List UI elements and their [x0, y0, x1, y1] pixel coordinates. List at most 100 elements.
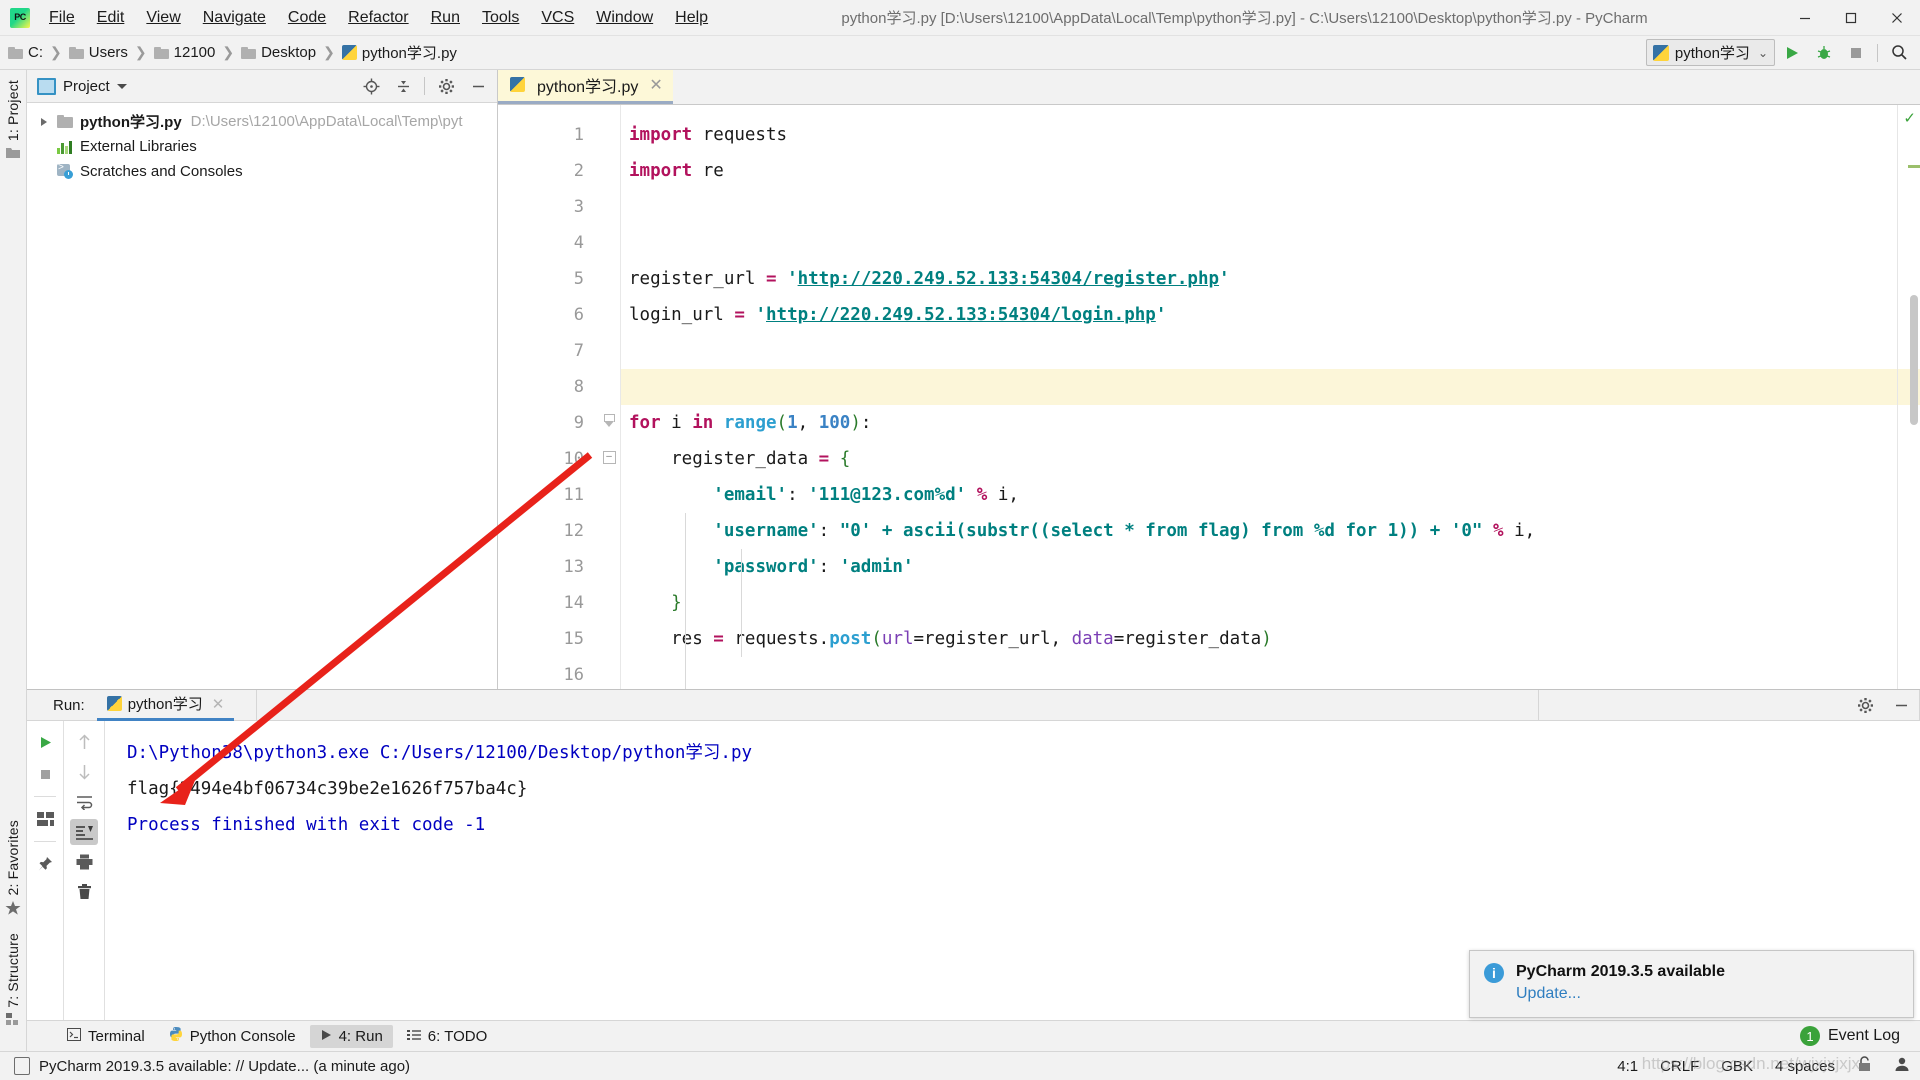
- soft-wrap-icon[interactable]: [70, 789, 98, 815]
- chevron-right-icon[interactable]: [41, 117, 47, 126]
- code-line[interactable]: for i in range(1, 100):: [621, 405, 1920, 441]
- tool-button-todo[interactable]: 6: TODO: [397, 1025, 497, 1048]
- run-tab-python[interactable]: python学习 ✕: [96, 689, 235, 721]
- notification-icon[interactable]: [14, 1057, 30, 1075]
- close-icon[interactable]: ✕: [212, 695, 225, 713]
- search-icon[interactable]: [1884, 39, 1914, 67]
- breadcrumb-item-12100[interactable]: 12100: [174, 44, 216, 61]
- fold-marker-import-end[interactable]: –: [598, 439, 620, 475]
- print-icon[interactable]: [70, 849, 98, 875]
- main-area: 1: Project 2: Favorites 7: Structure Pro…: [0, 68, 1920, 1051]
- menu-item-edit[interactable]: Edit: [86, 6, 136, 30]
- maximize-button[interactable]: [1828, 0, 1874, 35]
- code-line[interactable]: [621, 657, 1920, 689]
- code-line[interactable]: res = requests.post(url=register_url, da…: [621, 621, 1920, 657]
- breadcrumb-item-users[interactable]: Users: [89, 44, 128, 61]
- status-message[interactable]: PyCharm 2019.3.5 available: // Update...…: [39, 1058, 410, 1075]
- rerun-icon[interactable]: [31, 729, 59, 755]
- menu-item-code-label: Code: [287, 8, 327, 26]
- editor-tab-python[interactable]: python学习.py ✕: [498, 68, 673, 104]
- code-line[interactable]: 'email': '111@123.com%d' % i,: [621, 477, 1920, 513]
- collapse-all-icon[interactable]: [388, 72, 418, 100]
- menu-item-file[interactable]: File: [38, 6, 86, 30]
- event-log-label[interactable]: Event Log: [1828, 1027, 1900, 1045]
- down-icon[interactable]: [70, 759, 98, 785]
- fold-gutter[interactable]: – –: [598, 105, 621, 689]
- minimize-button[interactable]: [1782, 0, 1828, 35]
- debug-button[interactable]: [1809, 39, 1839, 67]
- fold-marker-import[interactable]: [598, 403, 620, 439]
- editor-viewport[interactable]: 1 2 3 4 5 6 7 8 9 10 11 12 13 14 15 16 –…: [498, 105, 1920, 689]
- layout-icon[interactable]: [31, 806, 59, 832]
- code-token: requests.: [723, 629, 830, 649]
- stop-button[interactable]: [1841, 39, 1871, 67]
- code-line[interactable]: register_data = {: [621, 441, 1920, 477]
- line-number: 5: [573, 269, 584, 289]
- tool-button-python-console[interactable]: Python Console: [159, 1024, 306, 1048]
- menu-item-refactor[interactable]: Refactor: [337, 6, 419, 30]
- tree-item-scratches[interactable]: Scratches and Consoles: [27, 159, 497, 184]
- code-token: ): [1261, 629, 1272, 649]
- title-bar: PC File Edit View Navigate Code Refactor…: [0, 0, 1920, 36]
- window-controls: [1782, 0, 1920, 35]
- code-content[interactable]: import requests import re register_url = …: [621, 105, 1920, 689]
- tree-item-external-libraries[interactable]: External Libraries: [27, 134, 497, 159]
- tree-item-python-file[interactable]: python学习.py D:\Users\12100\AppData\Local…: [27, 109, 497, 134]
- line-number: 7: [573, 341, 584, 361]
- strip-favorites[interactable]: 2: Favorites: [5, 814, 21, 928]
- clear-all-icon[interactable]: [70, 879, 98, 905]
- code-token: res: [629, 629, 714, 649]
- up-icon[interactable]: [70, 729, 98, 755]
- menu-item-window[interactable]: Window: [585, 6, 664, 30]
- error-stripe-mark[interactable]: [1908, 165, 1920, 168]
- menu-item-run[interactable]: Run: [420, 6, 471, 30]
- inspector-icon[interactable]: [1894, 1056, 1910, 1076]
- tool-button-terminal[interactable]: Terminal: [57, 1025, 155, 1048]
- gear-icon[interactable]: [431, 72, 461, 100]
- code-line[interactable]: [621, 333, 1920, 369]
- chevron-down-icon[interactable]: [116, 83, 127, 89]
- code-line[interactable]: [621, 189, 1920, 225]
- event-log-area[interactable]: 1 Event Log: [1799, 1026, 1900, 1046]
- notification-update-link[interactable]: Update...: [1516, 985, 1725, 1003]
- menu-item-help[interactable]: Help: [664, 6, 719, 30]
- hide-panel-icon[interactable]: [463, 72, 493, 100]
- strip-structure[interactable]: 7: Structure: [5, 927, 21, 1037]
- code-token: %: [976, 485, 988, 505]
- breadcrumb-item-c[interactable]: C:: [28, 44, 43, 61]
- code-line[interactable]: import requests: [621, 117, 1920, 153]
- code-line[interactable]: }: [621, 585, 1920, 621]
- run-configuration-selector[interactable]: python学习 ⌄: [1645, 39, 1775, 66]
- code-line[interactable]: 'password': 'admin': [621, 549, 1920, 585]
- locate-icon[interactable]: [356, 72, 386, 100]
- breadcrumb-item-file[interactable]: python学习.py: [362, 42, 457, 63]
- menu-item-view[interactable]: View: [135, 6, 191, 30]
- menu-item-code[interactable]: Code: [277, 6, 337, 30]
- code-line[interactable]: register_url = 'http://220.249.52.133:54…: [621, 261, 1920, 297]
- gear-icon[interactable]: [1850, 691, 1880, 719]
- pin-icon[interactable]: [31, 851, 59, 877]
- code-line[interactable]: 'username': "0' + ascii(substr((select *…: [621, 513, 1920, 549]
- code-line[interactable]: import re: [621, 153, 1920, 189]
- menu-item-navigate[interactable]: Navigate: [192, 6, 277, 30]
- stop-icon[interactable]: [31, 761, 59, 787]
- menu-item-window-label: Window: [596, 8, 654, 26]
- code-line[interactable]: [621, 369, 1920, 405]
- close-icon[interactable]: ✕: [649, 75, 662, 95]
- code-line[interactable]: [621, 225, 1920, 261]
- menu-item-vcs[interactable]: VCS: [530, 6, 585, 30]
- notification-balloon[interactable]: i PyCharm 2019.3.5 available Update...: [1469, 950, 1914, 1018]
- hide-panel-icon[interactable]: [1886, 691, 1916, 719]
- breadcrumb-item-desktop[interactable]: Desktop: [261, 44, 316, 61]
- run-button[interactable]: [1777, 39, 1807, 67]
- close-button[interactable]: [1874, 0, 1920, 35]
- scroll-to-end-icon[interactable]: [70, 819, 98, 845]
- editor-scrollbar[interactable]: [1910, 295, 1918, 425]
- tool-button-run[interactable]: 4: Run: [309, 1024, 393, 1048]
- code-token: :: [818, 557, 840, 577]
- menu-item-tools[interactable]: Tools: [471, 6, 530, 30]
- code-line[interactable]: login_url = 'http://220.249.52.133:54304…: [621, 297, 1920, 333]
- strip-project[interactable]: 1: Project: [5, 74, 21, 170]
- caret-position[interactable]: 4:1: [1617, 1058, 1638, 1075]
